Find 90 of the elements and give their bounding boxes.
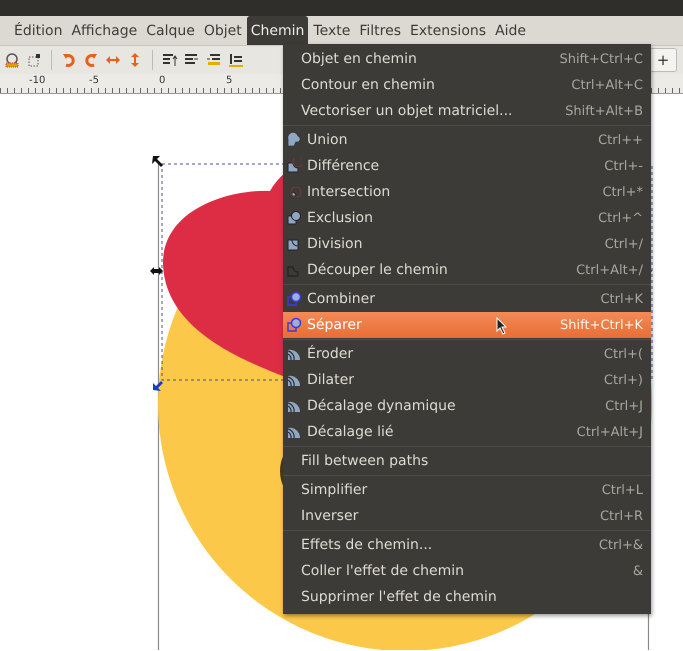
menu-item-label: Fill between paths <box>301 453 428 469</box>
shortcut-label: Ctrl+Alt+J <box>576 424 643 440</box>
shortcut-label: Ctrl+K <box>600 292 643 306</box>
menu-item-label: Contour en chemin <box>301 77 435 93</box>
menu-item-label: Combiner <box>307 291 375 307</box>
menu-item[interactable]: Dilater Ctrl+) <box>283 367 651 393</box>
menu-item-label: Union <box>307 132 348 148</box>
shortcut-label: Shift+Ctrl+C <box>559 52 643 66</box>
menu-item-label: Séparer <box>307 317 362 333</box>
shortcut-label: Ctrl+& <box>598 538 643 552</box>
ruler-label: 5 <box>225 75 234 86</box>
menu-item[interactable]: Supprimer l'effet de chemin <box>283 584 651 610</box>
menu-bar-item[interactable]: Édition <box>10 16 66 45</box>
menu-item[interactable]: Fill between paths <box>283 448 651 474</box>
menu-item[interactable]: Coller l'effet de chemin & <box>283 558 651 584</box>
menu-item-label: Différence <box>307 158 380 174</box>
menu-item-label: Éroder <box>307 346 354 362</box>
menu-item[interactable]: Exclusion Ctrl+^ <box>283 205 651 231</box>
menu-item-label: Coller l'effet de chemin <box>301 563 464 579</box>
raise-to-top-icon[interactable] <box>162 52 178 68</box>
menu-item-label: Inverser <box>301 508 358 524</box>
shortcut-label: Ctrl+R <box>600 508 643 524</box>
shortcut-label: Ctrl++ <box>598 132 643 148</box>
shortcut-label: Ctrl+( <box>604 346 643 362</box>
ruler-label: -10 <box>28 75 46 86</box>
shapes-icon <box>286 132 302 148</box>
menu-bar-item[interactable]: Texte <box>309 16 354 45</box>
menu-item[interactable]: Décalage dynamique Ctrl+J <box>283 393 651 419</box>
menu-item-label: Division <box>307 236 362 252</box>
menu-item-label: Vectoriser un objet matriciel... <box>301 103 512 119</box>
menu-bar-item[interactable]: Extensions <box>406 16 490 45</box>
add-button[interactable]: + <box>649 48 677 72</box>
menu-item[interactable]: Vectoriser un objet matriciel... Shift+Alt+B <box>283 98 651 124</box>
menu-bar-item[interactable]: Affichage <box>67 16 142 45</box>
menu-item[interactable]: Contour en chemin Ctrl+Alt+C <box>283 72 651 98</box>
shortcut-label: Ctrl+- <box>604 158 643 174</box>
menu-bar-item[interactable]: Chemin <box>246 16 308 45</box>
menu-item-label: Effets de chemin... <box>301 537 432 553</box>
ruler-label: 0 <box>158 75 166 86</box>
shortcut-label: Shift+Alt+B <box>565 104 643 118</box>
shortcut-label: Ctrl+Alt+/ <box>576 262 643 278</box>
menu-item[interactable]: Effets de chemin... Ctrl+& <box>283 532 651 558</box>
menu-item[interactable]: Simplifier Ctrl+L <box>283 477 651 503</box>
menu-item[interactable]: Combiner Ctrl+K <box>283 286 651 312</box>
menu-item-label: Supprimer l'effet de chemin <box>301 589 497 605</box>
shortcut-label: Ctrl+L <box>602 482 643 498</box>
menu-item[interactable]: Union Ctrl++ <box>283 127 651 153</box>
mouse-pointer-icon <box>496 317 508 335</box>
shortcut-label: Ctrl+/ <box>604 236 643 252</box>
shortcut-label: Ctrl+^ <box>598 210 643 226</box>
shortcut-label: Ctrl+) <box>604 372 643 388</box>
menu-item[interactable]: Découper le chemin Ctrl+Alt+/ <box>283 257 651 283</box>
shortcut-label: & <box>632 564 643 578</box>
scale-handle-icon[interactable] <box>150 267 163 275</box>
menu-item-label: Décalage lié <box>307 424 394 440</box>
menu-item-label: Objet en chemin <box>301 51 417 67</box>
menu-item[interactable]: Différence Ctrl+- <box>283 153 651 179</box>
menu-bar-item[interactable]: Objet <box>200 16 246 45</box>
lower-icon[interactable] <box>206 52 222 68</box>
menu-item-label: Dilater <box>307 372 354 388</box>
scale-handle-icon[interactable] <box>152 156 163 167</box>
shortcut-label: Ctrl+* <box>602 184 643 200</box>
menu-bar-item[interactable]: Calque <box>142 16 199 45</box>
ruler-label: -5 <box>88 75 100 86</box>
shapes-icon <box>286 291 302 307</box>
menu-item-label: Exclusion <box>307 210 373 226</box>
scale-handle-icon[interactable] <box>153 381 163 391</box>
rotate-counterclockwise-icon[interactable] <box>61 52 77 68</box>
menu-item-label: Découper le chemin <box>307 262 448 278</box>
menu-item[interactable]: Décalage lié Ctrl+Alt+J <box>283 419 651 445</box>
menu-item-label: Décalage dynamique <box>307 398 456 414</box>
menu-item[interactable]: Éroder Ctrl+( <box>283 341 651 367</box>
shortcut-label: Ctrl+J <box>605 398 643 414</box>
menu-item-label: Intersection <box>307 184 390 200</box>
menu-bar-item[interactable]: Aide <box>491 16 530 45</box>
menu-item[interactable]: Division Ctrl+/ <box>283 231 651 257</box>
menu-item[interactable]: Inverser Ctrl+R <box>283 503 651 529</box>
lower-to-bottom-icon[interactable] <box>228 52 244 68</box>
shapes-icon <box>286 210 302 226</box>
menu-bar-item[interactable]: Filtres <box>355 16 406 45</box>
menu-item[interactable]: Objet en chemin Shift+Ctrl+C <box>283 46 651 72</box>
shapes-icon <box>286 158 302 174</box>
shapes-icon <box>286 317 302 333</box>
shortcut-label: Shift+Ctrl+K <box>560 318 643 332</box>
menu-item-label: Simplifier <box>301 482 368 498</box>
shortcut-label: Ctrl+Alt+C <box>571 78 643 92</box>
dashed-square-icon[interactable] <box>26 52 42 68</box>
zoom-selection-icon[interactable] <box>4 52 20 68</box>
rotate-clockwise-icon[interactable] <box>83 52 99 68</box>
menu-item[interactable]: Intersection Ctrl+* <box>283 179 651 205</box>
